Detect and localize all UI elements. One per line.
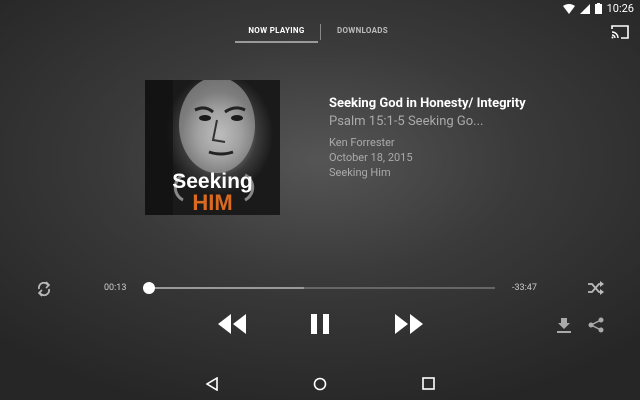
fast-forward-icon[interactable]: [394, 313, 424, 335]
cast-icon[interactable]: [611, 25, 629, 39]
status-bar: 10:26: [0, 0, 640, 16]
share-icon[interactable]: [588, 317, 604, 333]
seek-bar[interactable]: [147, 287, 495, 289]
back-icon[interactable]: [206, 377, 218, 391]
track-series: Seeking Him: [329, 166, 391, 179]
rewind-icon[interactable]: [217, 313, 247, 335]
track-date: October 18, 2015: [329, 151, 413, 164]
album-art: Seeking HIM: [145, 80, 280, 215]
tab-downloads[interactable]: DOWNLOADS: [325, 22, 400, 39]
home-icon[interactable]: [313, 377, 327, 391]
track-info: Seeking God in Honesty/ Integrity Psalm …: [329, 96, 569, 180]
track-author: Ken Forrester: [329, 136, 395, 149]
tab-divider: [320, 24, 321, 40]
tab-now-playing[interactable]: NOW PLAYING: [235, 22, 318, 43]
signal-icon: [579, 3, 590, 14]
battery-icon: [594, 3, 602, 14]
pause-icon[interactable]: [310, 313, 330, 335]
repeat-icon[interactable]: [36, 281, 52, 297]
tab-bar: NOW PLAYING DOWNLOADS: [0, 22, 640, 46]
elapsed-time: 00:13: [104, 283, 127, 293]
system-nav-bar: [0, 370, 640, 400]
seek-thumb[interactable]: [143, 282, 156, 294]
track-subtitle: Psalm 15:1-5 Seeking Go...: [329, 114, 484, 129]
shuffle-icon[interactable]: [587, 281, 605, 295]
status-time: 10:26: [606, 2, 634, 15]
download-icon[interactable]: [556, 317, 572, 333]
seek-bar-buffered: [147, 287, 304, 289]
album-art-subtitle: HIM: [192, 190, 233, 215]
track-title: Seeking God in Honesty/ Integrity: [329, 96, 526, 111]
remaining-time: -33:47: [512, 283, 537, 293]
recent-apps-icon[interactable]: [422, 377, 435, 390]
wifi-icon: [562, 3, 575, 14]
